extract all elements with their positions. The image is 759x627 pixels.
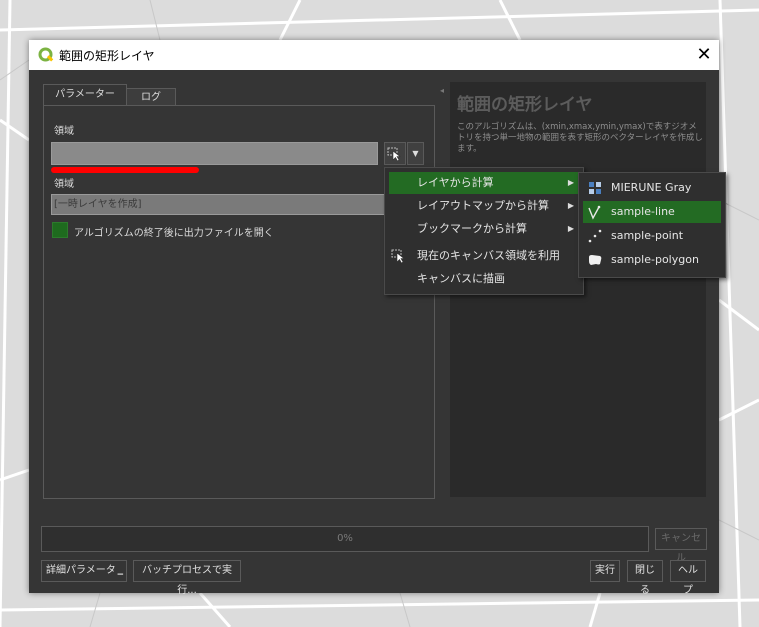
output-input[interactable]: [一時レイヤを作成]: [51, 194, 411, 215]
map-canvas-icon: [391, 249, 405, 264]
menu-item-calc-from-layer[interactable]: レイヤから計算 ▶: [389, 172, 579, 194]
tab-parameters[interactable]: パラメーター: [43, 84, 127, 106]
point-layer-icon: [588, 229, 602, 243]
advanced-parameters-button[interactable]: 詳細パラメータ ▁: [41, 560, 127, 582]
submenu-item-label: MIERUNE Gray: [611, 181, 692, 194]
advanced-parameters-label: 詳細パラメータ: [46, 565, 116, 576]
submenu-item-sample-point[interactable]: sample-point: [583, 225, 721, 247]
submenu-arrow-icon: ▶: [567, 178, 574, 187]
polygon-layer-icon: [589, 255, 602, 265]
menu-item-calc-from-bookmark[interactable]: ブックマークから計算 ▶: [389, 218, 579, 240]
submenu-item-label: sample-point: [611, 229, 684, 242]
extent-label: 領域: [54, 126, 74, 137]
run-button[interactable]: 実行: [590, 560, 620, 582]
submenu-item-mierune-gray[interactable]: MIERUNE Gray: [583, 177, 721, 199]
close-icon[interactable]: ✕: [689, 40, 719, 70]
submenu-item-sample-line[interactable]: sample-line: [583, 201, 721, 223]
submenu-item-label: sample-polygon: [611, 253, 699, 266]
menu-item-use-canvas-extent[interactable]: 現在のキャンバス領域を利用: [389, 245, 579, 267]
extent-dropdown-button[interactable]: ▼: [407, 142, 424, 165]
panel-splitter[interactable]: ◂: [440, 86, 444, 96]
menu-item-label: ブックマークから計算: [417, 222, 527, 235]
help-title: 範囲の矩形レイヤ: [457, 95, 593, 115]
extent-context-menu: レイヤから計算 ▶ レイアウトマップから計算 ▶ ブックマークから計算 ▶ 現在…: [384, 167, 584, 295]
menu-item-calc-from-layout-map[interactable]: レイアウトマップから計算 ▶: [389, 195, 579, 217]
extent-to-layer-dialog: 範囲の矩形レイヤ ✕ パラメーター ログ 領域 ▼ 領域 [一時レイヤを作成] …: [29, 40, 719, 596]
chevron-down-icon: ▁: [117, 567, 123, 575]
menu-item-label: 現在のキャンバス領域を利用: [417, 249, 560, 262]
qgis-logo-icon: [38, 47, 54, 62]
tab-parameters-label: パラメーター: [55, 89, 115, 100]
submenu-item-label: sample-line: [611, 205, 675, 218]
submenu-arrow-icon: ▶: [567, 224, 574, 233]
tab-log[interactable]: ログ: [126, 88, 176, 106]
menu-item-draw-on-canvas[interactable]: キャンバスに描画: [389, 268, 579, 290]
raster-layer-icon: [589, 182, 601, 194]
help-button[interactable]: ヘルプ: [670, 560, 706, 596]
dialog-title: 範囲の矩形レイヤ: [59, 49, 155, 63]
line-layer-icon: [588, 205, 601, 220]
cancel-button[interactable]: キャンセル: [655, 528, 707, 564]
batch-process-button[interactable]: バッチプロセスで実行...: [133, 560, 241, 596]
extent-select-button[interactable]: [384, 142, 406, 165]
chevron-down-icon: ▼: [412, 149, 419, 158]
menu-item-label: レイアウトマップから計算: [417, 199, 549, 212]
map-cursor-icon: [387, 147, 401, 162]
tab-log-label: ログ: [141, 92, 161, 103]
layer-submenu: MIERUNE Gray sample-line sample-point sa…: [578, 172, 726, 278]
open-output-label: アルゴリズムの終了後に出力ファイルを開く: [74, 228, 274, 239]
dialog-titlebar: 範囲の矩形レイヤ ✕: [29, 40, 719, 70]
submenu-arrow-icon: ▶: [567, 201, 574, 210]
submenu-item-sample-polygon[interactable]: sample-polygon: [583, 249, 721, 271]
extent-input[interactable]: [51, 142, 378, 165]
close-button[interactable]: 閉じる: [627, 560, 663, 596]
open-output-checkbox[interactable]: [52, 222, 68, 238]
progress-bar: 0%: [41, 526, 649, 552]
output-label: 領域: [54, 179, 74, 190]
menu-item-label: キャンバスに描画: [417, 272, 505, 285]
help-text: このアルゴリズムは、(xmin,xmax,ymin,ymax)で表すジオメトリを…: [457, 122, 703, 154]
menu-item-label: レイヤから計算: [417, 176, 494, 189]
red-highlight-marker: [51, 167, 199, 173]
